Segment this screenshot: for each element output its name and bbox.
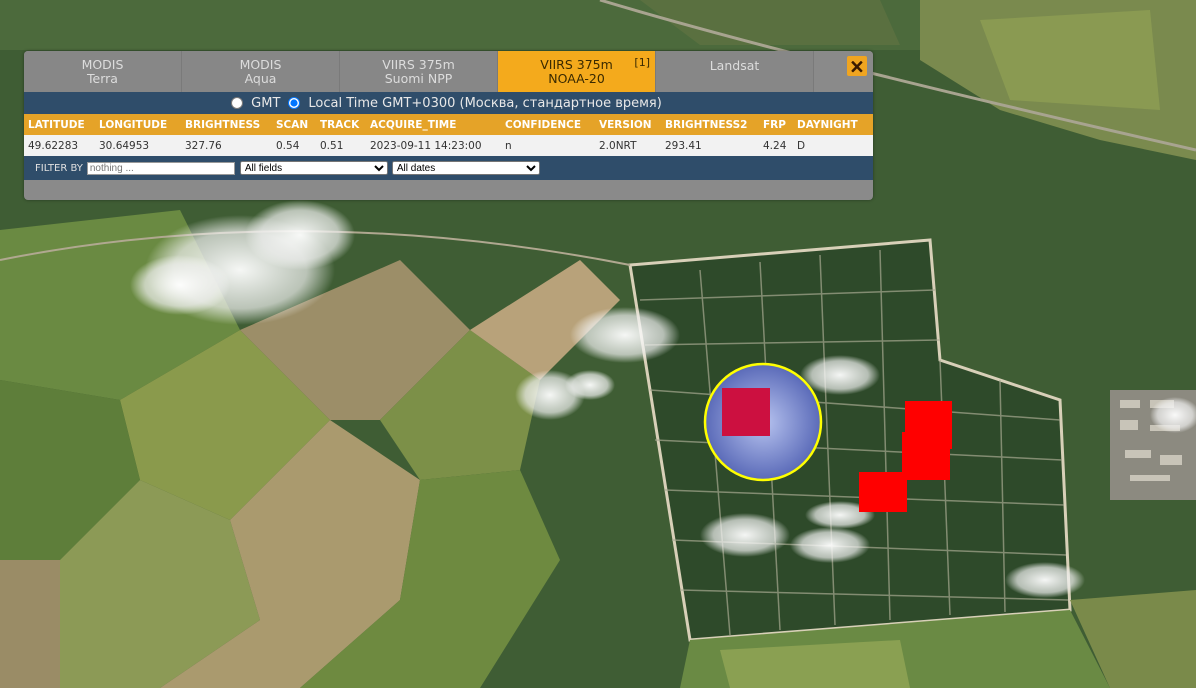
- col-scan[interactable]: SCAN: [272, 114, 316, 135]
- tab-count-badge: [1]: [634, 56, 650, 69]
- table-row[interactable]: 49.62283 30.64953 327.76 0.54 0.51 2023-…: [24, 135, 873, 156]
- date-select[interactable]: All dates: [391, 161, 540, 175]
- field-select[interactable]: All fields: [239, 161, 388, 175]
- gmt-radio[interactable]: [231, 97, 244, 109]
- table-header-row: LATITUDE LONGITUDE BRIGHTNESS SCAN TRACK…: [24, 114, 873, 135]
- local-time-radio[interactable]: [288, 97, 301, 109]
- timezone-selector: GMT Local Time GMT+0300 (Москва, стандар…: [24, 92, 873, 114]
- fire-pixel[interactable]: [859, 472, 907, 512]
- cell-scan: 0.54: [276, 139, 300, 152]
- cell-brightness2: 293.41: [665, 139, 702, 152]
- col-version[interactable]: VERSION: [595, 114, 661, 135]
- col-track[interactable]: TRACK: [316, 114, 366, 135]
- close-icon: 🗙: [850, 56, 864, 75]
- filter-bar: FILTER BY All fields All dates: [24, 156, 873, 180]
- tab-line2: Terra: [87, 70, 118, 86]
- cell-brightness: 327.76: [185, 139, 222, 152]
- cell-latitude: 49.62283: [28, 139, 79, 152]
- cell-track: 0.51: [320, 139, 344, 152]
- col-brightness[interactable]: BRIGHTNESS: [181, 114, 272, 135]
- col-longitude[interactable]: LONGITUDE: [95, 114, 181, 135]
- selected-fire-pixel[interactable]: [722, 388, 770, 436]
- fire-data-panel: MODIS Terra MODIS Aqua VIIRS 375m Suomi …: [24, 51, 873, 200]
- filter-input[interactable]: [86, 161, 235, 175]
- tab-modis-terra[interactable]: MODIS Terra: [24, 51, 182, 92]
- cell-acquire-time: 2023-09-11 14:23:00: [370, 139, 482, 152]
- gmt-label: GMT: [251, 95, 281, 111]
- filter-label: FILTER BY: [35, 162, 83, 174]
- col-frp[interactable]: FRP: [759, 114, 793, 135]
- tab-line1: Landsat: [709, 58, 760, 73]
- tab-line1: MODIS: [81, 56, 124, 72]
- col-daynight[interactable]: DAYNIGHT: [793, 114, 873, 135]
- tab-viirs-noaa-20[interactable]: VIIRS 375m NOAA-20 [1]: [498, 51, 656, 92]
- cell-frp: 4.24: [763, 139, 787, 152]
- cell-daynight: D: [797, 139, 806, 152]
- tab-line2: NOAA-20: [548, 70, 605, 86]
- local-time-label: Local Time GMT+0300 (Москва, стандартное…: [308, 95, 662, 111]
- tab-line1: VIIRS 375m: [540, 56, 613, 72]
- tab-line1: VIIRS 375m: [382, 56, 455, 72]
- tab-line2: Aqua: [244, 70, 277, 86]
- close-button[interactable]: 🗙: [847, 56, 867, 76]
- cell-longitude: 30.64953: [99, 139, 150, 152]
- col-acquire-time[interactable]: ACQUIRE_TIME: [366, 114, 501, 135]
- tab-line2: Suomi NPP: [384, 70, 453, 86]
- cell-confidence: n: [505, 139, 512, 152]
- col-confidence[interactable]: CONFIDENCE: [501, 114, 595, 135]
- tab-bar-filler: 🗙: [814, 51, 873, 92]
- fire-data-table: LATITUDE LONGITUDE BRIGHTNESS SCAN TRACK…: [24, 114, 873, 156]
- tab-modis-aqua[interactable]: MODIS Aqua: [182, 51, 340, 92]
- tab-landsat[interactable]: Landsat: [656, 51, 814, 92]
- col-brightness2[interactable]: BRIGHTNESS2: [661, 114, 759, 135]
- tab-line1: MODIS: [239, 56, 282, 72]
- tab-viirs-suomi-npp[interactable]: VIIRS 375m Suomi NPP: [340, 51, 498, 92]
- cell-version: 2.0NRT: [599, 139, 637, 152]
- fire-pixel[interactable]: [902, 432, 950, 480]
- col-latitude[interactable]: LATITUDE: [24, 114, 95, 135]
- satellite-tabs: MODIS Terra MODIS Aqua VIIRS 375m Suomi …: [24, 51, 873, 92]
